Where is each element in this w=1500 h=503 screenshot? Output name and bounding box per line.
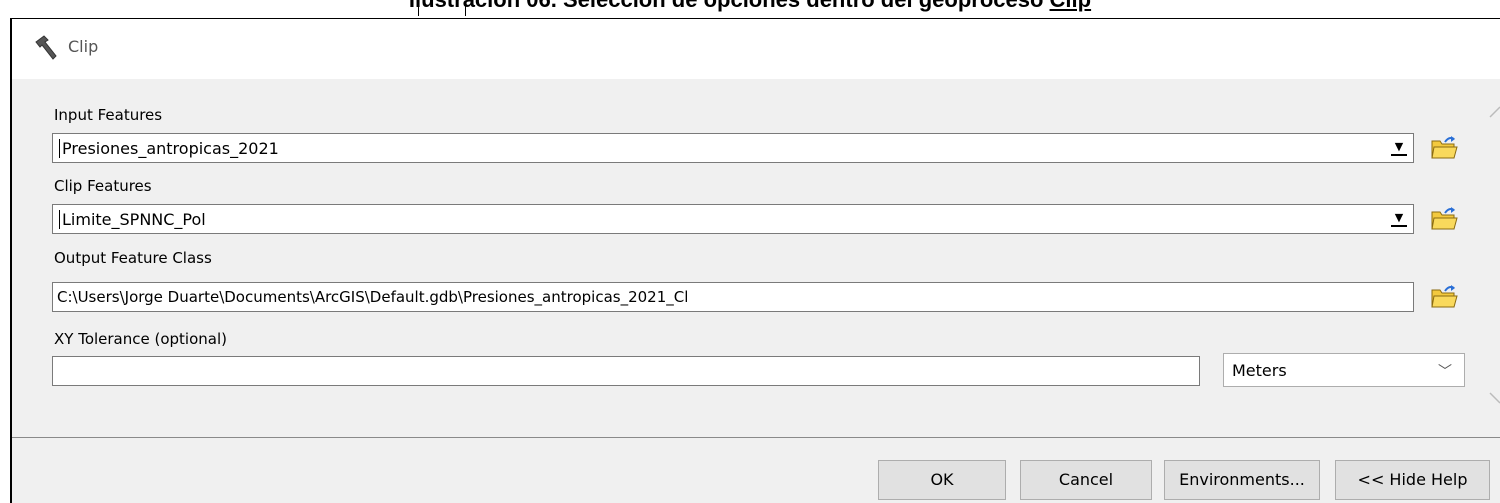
caption-mark-right [465,4,466,16]
caption-mark-left [418,4,419,16]
window-title: Clip [68,37,99,56]
dropdown-arrow-icon[interactable]: ▼ [1391,211,1407,227]
xy-tolerance-field[interactable] [52,356,1200,386]
units-value: Meters [1232,361,1287,380]
dropdown-arrow-icon[interactable]: ▼ [1391,140,1407,156]
ok-button[interactable]: OK [878,460,1006,500]
button-bar: OK Cancel Environments... << Hide Help [12,437,1500,503]
cancel-button[interactable]: Cancel [1020,460,1152,500]
clip-tool-dialog: Clip Input Features Presiones_antropicas… [10,18,1500,503]
hammer-icon [35,35,57,60]
input-features-label: Input Features [54,106,163,124]
figure-caption: Ilustración 06. Selección de opciones de… [0,0,1500,13]
environments-button[interactable]: Environments... [1164,460,1320,500]
chevron-down-icon: ﹀ [1438,364,1452,380]
caption-text: Ilustración 06. Selección de opciones de… [409,0,1050,12]
output-feature-class-value: C:\Users\Jorge Duarte\Documents\ArcGIS\D… [57,288,689,306]
title-bar: Clip [12,19,1500,80]
xy-tolerance-label: XY Tolerance (optional) [54,330,227,348]
input-features-value: Presiones_antropicas_2021 [59,139,279,158]
clip-features-value: Limite_SPNNC_Pol [59,210,206,229]
output-feature-class-field[interactable]: C:\Users\Jorge Duarte\Documents\ArcGIS\D… [52,282,1414,312]
clip-features-combo[interactable]: Limite_SPNNC_Pol ▼ [52,204,1414,234]
units-select[interactable]: Meters ﹀ [1223,353,1465,387]
input-features-combo[interactable]: Presiones_antropicas_2021 ▼ [52,133,1414,163]
hide-help-button[interactable]: << Hide Help [1335,460,1490,500]
parameter-form: Input Features Presiones_antropicas_2021… [12,79,1500,437]
folder-open-icon[interactable] [1429,133,1459,163]
caption-link: Clip [1050,0,1092,12]
scroll-up-icon[interactable] [1488,105,1500,119]
folder-open-icon[interactable] [1429,204,1459,234]
scroll-down-icon[interactable] [1488,391,1500,405]
clip-features-label: Clip Features [54,177,152,195]
folder-open-icon[interactable] [1429,282,1459,312]
output-feature-class-label: Output Feature Class [54,249,212,267]
